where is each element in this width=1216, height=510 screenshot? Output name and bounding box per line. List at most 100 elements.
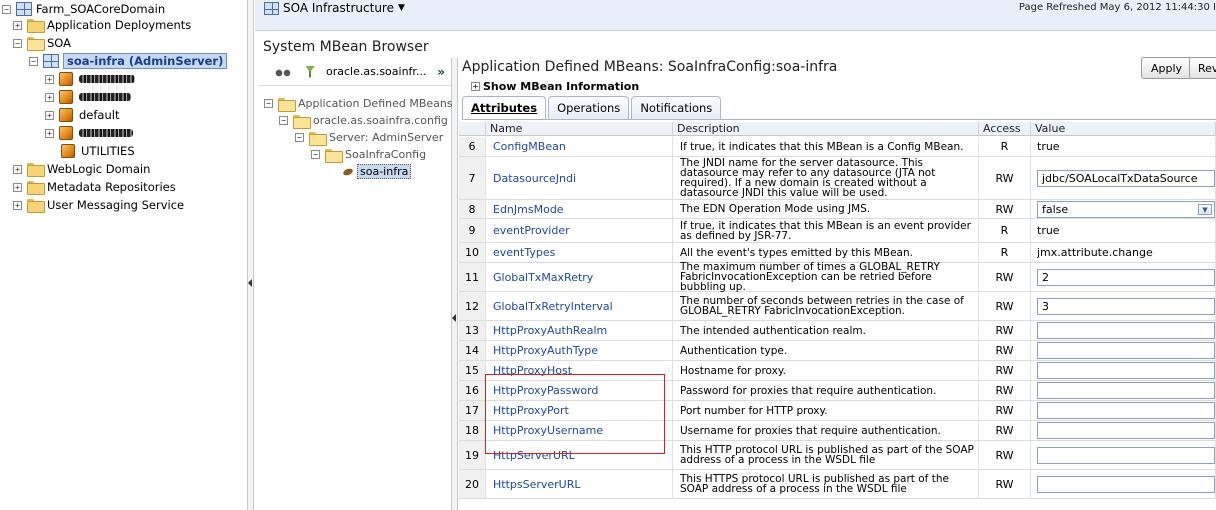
attribute-name-link[interactable]: ConfigMBean — [486, 137, 673, 156]
collapse-icon[interactable]: − — [264, 99, 273, 108]
column-header-name[interactable]: Name — [486, 122, 673, 136]
tab-attributes[interactable]: Attributes — [462, 96, 547, 120]
expand-icon[interactable]: + — [45, 74, 54, 84]
soa-infrastructure-menu[interactable]: SOA Infrastructure ▼ — [264, 0, 405, 16]
attribute-value-text: jdbc/SOALocalTxDataSource — [1042, 171, 1198, 185]
mbean-node-soainfra-config[interactable]: − oracle.as.soainfra.config — [279, 112, 448, 129]
chevron-down-icon[interactable]: ▼ — [1198, 203, 1212, 215]
attribute-value-text: false — [1042, 202, 1069, 216]
row-index: 14 — [459, 341, 486, 360]
table-row[interactable]: 11 GlobalTxMaxRetry The maximum number of … — [459, 262, 1216, 292]
attribute-value-select[interactable]: false ▼ — [1037, 200, 1215, 218]
attribute-name-link[interactable]: HttpProxyAuthRealm — [486, 321, 673, 340]
table-row[interactable]: 20 HttpsServerURL This HTTPS protocol URL … — [459, 470, 1216, 499]
tree-item-application-deployments[interactable]: + Application Deployments — [13, 16, 191, 34]
tree-item-default[interactable]: + default — [45, 106, 119, 124]
collapse-left-icon[interactable] — [248, 279, 252, 287]
attribute-name-link[interactable]: eventTypes — [486, 243, 673, 262]
attribute-value-input[interactable]: 3 — [1037, 297, 1215, 315]
attribute-value-cell — [1031, 321, 1216, 340]
expand-icon[interactable]: + — [45, 110, 54, 120]
apply-button[interactable]: Apply — [1141, 57, 1193, 79]
table-row[interactable]: 8 EdnJmsMode The EDN Operation Mode using … — [459, 200, 1216, 219]
partition-icon — [59, 90, 73, 104]
attribute-value-input[interactable]: jdbc/SOALocalTxDataSource — [1037, 169, 1215, 187]
tree-item-partition-redacted-1[interactable]: + — [45, 70, 135, 88]
attribute-name-link[interactable]: GlobalTxMaxRetry — [486, 263, 673, 291]
filter-icon[interactable] — [305, 65, 315, 78]
annotation-highlight-box — [485, 374, 665, 454]
collapse-left-icon[interactable] — [452, 314, 456, 322]
row-index: 16 — [459, 381, 486, 400]
mbean-tree-panel: oracle.as.soainfr... » − Application Def… — [259, 58, 453, 510]
table-row[interactable]: 12 GlobalTxRetryInterval The number of sec… — [459, 292, 1216, 321]
tree-item-metadata-repositories[interactable]: + Metadata Repositories — [13, 178, 176, 196]
partition-icon — [59, 108, 73, 122]
table-row[interactable]: 10 eventTypes All the event's types emitte… — [459, 243, 1216, 263]
tree-item-partition-redacted-3[interactable]: + — [45, 124, 133, 142]
table-row[interactable]: 13 HttpProxyAuthRealm The intended authent… — [459, 321, 1216, 341]
attribute-name-link[interactable]: HttpsServerURL — [486, 470, 673, 498]
mbean-splitter[interactable] — [452, 58, 458, 510]
tab-notifications[interactable]: Notifications — [631, 96, 722, 120]
attribute-value-input[interactable] — [1037, 422, 1215, 439]
partition-icon — [61, 144, 75, 158]
attribute-value-input[interactable]: 2 — [1037, 268, 1215, 286]
tab-operations[interactable]: Operations — [548, 96, 630, 120]
column-header-index — [459, 122, 486, 136]
row-index: 20 — [459, 470, 486, 498]
mbean-node-soa-infra[interactable]: soa-infra — [342, 163, 412, 180]
expand-icon[interactable]: + — [13, 200, 22, 210]
attribute-name-link[interactable]: eventProvider — [486, 219, 673, 242]
binoculars-search-icon[interactable] — [275, 65, 291, 78]
column-header-description[interactable]: Description — [673, 122, 979, 136]
show-info-label: Show MBean Information — [483, 80, 640, 93]
collapse-icon[interactable]: − — [295, 133, 304, 142]
expand-icon[interactable]: + — [13, 182, 22, 192]
revert-button[interactable]: Rev — [1189, 57, 1216, 79]
attribute-access: R — [979, 219, 1031, 242]
tree-item-soa[interactable]: − SOA — [13, 34, 71, 52]
expand-icon[interactable]: + — [13, 164, 22, 174]
collapse-icon[interactable]: − — [311, 150, 320, 159]
tree-item-weblogic-domain[interactable]: + WebLogic Domain — [13, 160, 150, 178]
attribute-value-input[interactable] — [1037, 475, 1215, 493]
collapse-icon[interactable]: − — [29, 56, 38, 66]
mbean-node-soainfraconfig[interactable]: − SoaInfraConfig — [311, 146, 426, 163]
collapse-icon[interactable]: − — [2, 4, 11, 14]
mbean-node-server[interactable]: − Server: AdminServer — [295, 129, 443, 146]
attribute-value-input[interactable] — [1037, 342, 1215, 359]
attribute-name-link[interactable]: DatasourceJndi — [486, 157, 673, 199]
table-row[interactable]: 9 eventProvider If true, it indicates that… — [459, 219, 1216, 243]
attribute-value-input[interactable] — [1037, 322, 1215, 339]
show-mbean-info-toggle[interactable]: + Show MBean Information — [471, 80, 639, 93]
column-header-access[interactable]: Access — [979, 122, 1031, 136]
collapse-icon[interactable]: − — [13, 38, 22, 48]
attribute-value-input[interactable] — [1037, 402, 1215, 419]
partition-icon — [59, 126, 73, 140]
attribute-value-input[interactable] — [1037, 362, 1215, 379]
nav-splitter[interactable] — [247, 0, 254, 510]
attribute-value-input[interactable] — [1037, 446, 1215, 464]
tree-item-user-messaging-service[interactable]: + User Messaging Service — [13, 196, 184, 214]
table-row[interactable]: 6 ConfigMBean If true, it indicates that t… — [459, 137, 1216, 157]
tree-item-partition-redacted-2[interactable]: + — [45, 88, 131, 106]
attribute-value-input[interactable] — [1037, 382, 1215, 399]
expand-icon[interactable]: + — [13, 20, 22, 30]
tree-item-utilities[interactable]: UTILITIES — [59, 142, 135, 160]
table-row[interactable]: 14 HttpProxyAuthType Authentication type. R… — [459, 341, 1216, 361]
farm-icon — [16, 2, 32, 16]
folder-icon — [293, 114, 311, 129]
expand-icon[interactable]: + — [45, 128, 54, 138]
attribute-value-cell: false ▼ — [1031, 200, 1216, 218]
tree-item-soa-infra[interactable]: − soa-infra (AdminServer) — [29, 52, 228, 70]
collapse-icon[interactable]: − — [279, 116, 288, 125]
column-header-value[interactable]: Value — [1031, 122, 1216, 136]
double-chevron-right-icon[interactable]: » — [437, 65, 445, 79]
attribute-name-link[interactable]: EdnJmsMode — [486, 200, 673, 218]
attribute-name-link[interactable]: GlobalTxRetryInterval — [486, 292, 673, 320]
attribute-name-link[interactable]: HttpProxyAuthType — [486, 341, 673, 360]
mbean-node-application-defined[interactable]: − Application Defined MBeans — [264, 95, 453, 112]
expand-icon[interactable]: + — [45, 92, 54, 102]
table-row[interactable]: 7 DatasourceJndi The JNDI name for the ser… — [459, 157, 1216, 200]
